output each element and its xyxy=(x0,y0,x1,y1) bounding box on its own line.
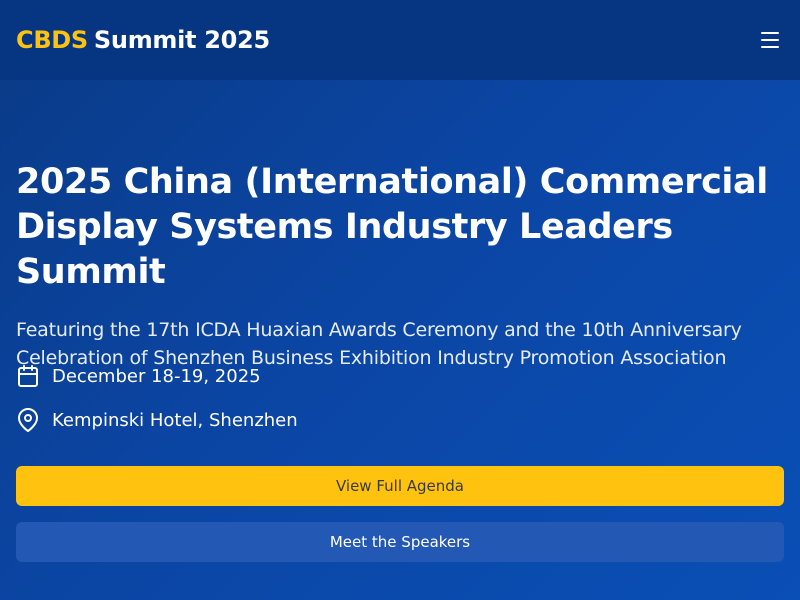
brand-logo[interactable]: CBDS Summit 2025 xyxy=(16,26,270,54)
event-location-text: Kempinski Hotel, Shenzhen xyxy=(52,409,298,431)
brand-name-text: Summit 2025 xyxy=(93,26,270,54)
event-date-text: December 18-19, 2025 xyxy=(52,365,261,387)
menu-line xyxy=(761,39,779,41)
brand-accent-text: CBDS xyxy=(16,26,88,54)
hamburger-menu-icon[interactable] xyxy=(756,26,784,54)
hero-section: 2025 China (International) Commercial Di… xyxy=(16,160,784,372)
hero-title: 2025 China (International) Commercial Di… xyxy=(16,162,768,292)
meet-the-speakers-button[interactable]: Meet the Speakers xyxy=(16,522,784,562)
menu-line xyxy=(761,32,779,34)
view-full-agenda-button[interactable]: View Full Agenda xyxy=(16,466,784,506)
map-pin-icon xyxy=(16,408,40,432)
top-navigation-bar: CBDS Summit 2025 xyxy=(0,0,800,80)
calendar-icon xyxy=(16,364,40,388)
menu-line xyxy=(761,46,779,48)
event-location-row: Kempinski Hotel, Shenzhen xyxy=(16,408,298,432)
event-date-row: December 18-19, 2025 xyxy=(16,364,261,388)
